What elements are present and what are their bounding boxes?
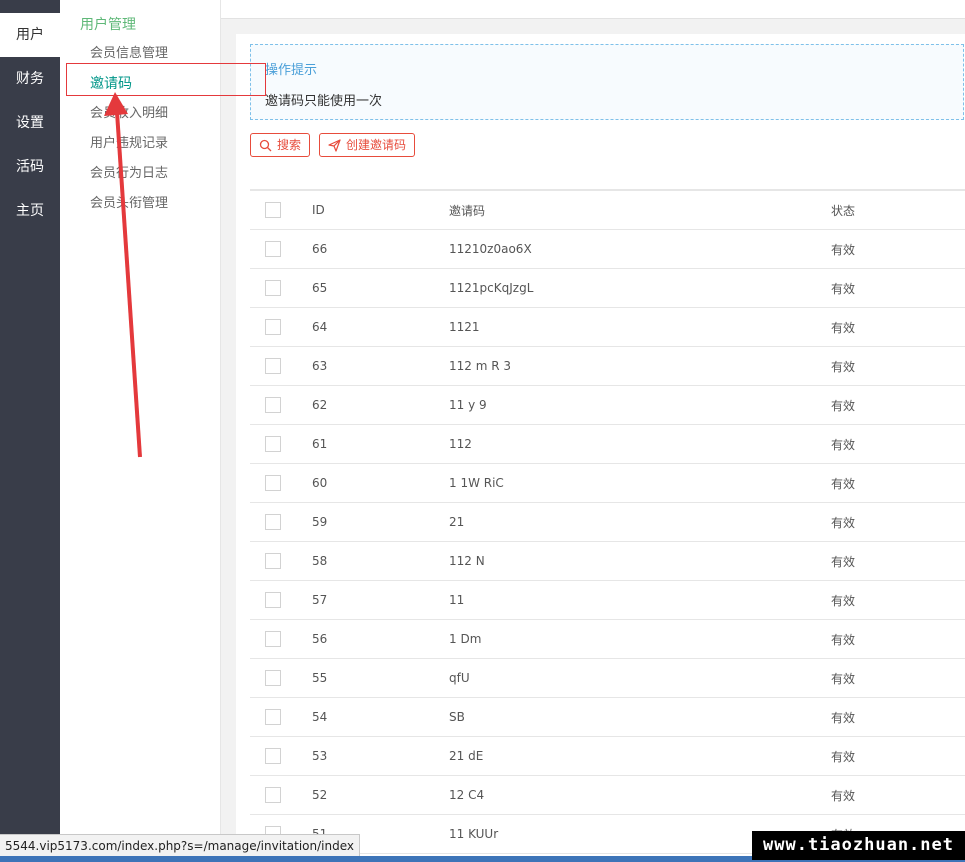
row-status: 有效: [831, 424, 965, 464]
row-checkbox[interactable]: [265, 631, 281, 647]
row-status: 有效: [831, 268, 965, 308]
table-row: 59 21 有效: [250, 502, 965, 542]
row-id: 55: [312, 658, 449, 698]
row-select-cell: [250, 736, 312, 776]
row-checkbox[interactable]: [265, 709, 281, 725]
header-id: ID: [312, 190, 449, 230]
row-status: 有效: [831, 580, 965, 620]
row-id: 62: [312, 385, 449, 425]
row-code: 112 m R 3: [449, 346, 831, 386]
operation-tips: 操作提示 邀请码只能使用一次: [250, 44, 964, 120]
row-code: 11210z0ao6X: [449, 229, 831, 269]
row-status: 有效: [831, 736, 965, 776]
row-code: 112 N: [449, 541, 831, 581]
row-code: 21 dE: [449, 736, 831, 776]
row-id: 57: [312, 580, 449, 620]
table-row: 60 1 1W RiC 有效: [250, 463, 965, 503]
row-id: 56: [312, 619, 449, 659]
row-select-cell: [250, 502, 312, 542]
annotation-arrow: [104, 92, 142, 458]
row-select-cell: [250, 619, 312, 659]
header-code: 邀请码: [449, 190, 831, 230]
row-code: 112: [449, 424, 831, 464]
row-id: 63: [312, 346, 449, 386]
row-status: 有效: [831, 658, 965, 698]
table-row: 52 12 C4 有效: [250, 775, 965, 815]
table-row: 56 1 Dm 有效: [250, 619, 965, 659]
table-row: 53 21 dE 有效: [250, 736, 965, 776]
row-code: 12 C4: [449, 775, 831, 815]
row-code: 1121pcKqJzgL: [449, 268, 831, 308]
row-select-cell: [250, 697, 312, 737]
row-status: 有效: [831, 307, 965, 347]
row-id: 60: [312, 463, 449, 503]
row-status: 有效: [831, 697, 965, 737]
status-bar-url: 5544.vip5173.com/index.php?s=/manage/inv…: [0, 834, 360, 858]
table-row: 54 SB 有效: [250, 697, 965, 737]
table-row: 61 112 有效: [250, 424, 965, 464]
site-watermark: www.tiaozhuan.net: [752, 831, 965, 860]
send-icon: [328, 139, 341, 152]
row-status: 有效: [831, 463, 965, 503]
row-code: 11 y 9: [449, 385, 831, 425]
row-checkbox[interactable]: [265, 475, 281, 491]
table-row: 65 1121pcKqJzgL 有效: [250, 268, 965, 308]
create-invitation-label: 创建邀请码: [346, 138, 407, 152]
row-code: 21: [449, 502, 831, 542]
row-id: 53: [312, 736, 449, 776]
row-id: 61: [312, 424, 449, 464]
row-id: 64: [312, 307, 449, 347]
table-row: 62 11 y 9 有效: [250, 385, 965, 425]
row-status: 有效: [831, 346, 965, 386]
table-row: 66 11210z0ao6X 有效: [250, 229, 965, 269]
row-code: 1 Dm: [449, 619, 831, 659]
row-checkbox[interactable]: [265, 670, 281, 686]
create-invitation-button[interactable]: 创建邀请码: [319, 133, 416, 157]
row-select-cell: [250, 541, 312, 581]
row-status: 有效: [831, 541, 965, 581]
table-row: 55 qfU 有效: [250, 658, 965, 698]
row-checkbox[interactable]: [265, 553, 281, 569]
row-status: 有效: [831, 385, 965, 425]
row-code: SB: [449, 697, 831, 737]
row-id: 58: [312, 541, 449, 581]
row-status: 有效: [831, 775, 965, 815]
table-row: 63 112 m R 3 有效: [250, 346, 965, 386]
row-id: 59: [312, 502, 449, 542]
row-id: 66: [312, 229, 449, 269]
row-status: 有效: [831, 502, 965, 542]
row-select-cell: [250, 658, 312, 698]
row-code: 1121: [449, 307, 831, 347]
row-select-cell: [250, 775, 312, 815]
row-id: 52: [312, 775, 449, 815]
row-code: 1 1W RiC: [449, 463, 831, 503]
invitation-table: ID 邀请码 状态 66 11210z0ao6X 有效 65 1121pcKqJzgL 有…: [250, 189, 965, 854]
row-checkbox[interactable]: [265, 592, 281, 608]
table-row: 58 112 N 有效: [250, 541, 965, 581]
top-bar: [221, 0, 965, 19]
header-status: 状态: [831, 190, 965, 230]
row-code: 11: [449, 580, 831, 620]
table-row: 57 11 有效: [250, 580, 965, 620]
row-checkbox[interactable]: [265, 514, 281, 530]
row-select-cell: [250, 580, 312, 620]
row-id: 54: [312, 697, 449, 737]
table-row: 64 1121 有效: [250, 307, 965, 347]
row-id: 65: [312, 268, 449, 308]
row-checkbox[interactable]: [265, 748, 281, 764]
row-status: 有效: [831, 229, 965, 269]
row-code: qfU: [449, 658, 831, 698]
row-checkbox[interactable]: [265, 787, 281, 803]
row-status: 有效: [831, 619, 965, 659]
table-header-row: ID 邀请码 状态: [250, 190, 965, 230]
